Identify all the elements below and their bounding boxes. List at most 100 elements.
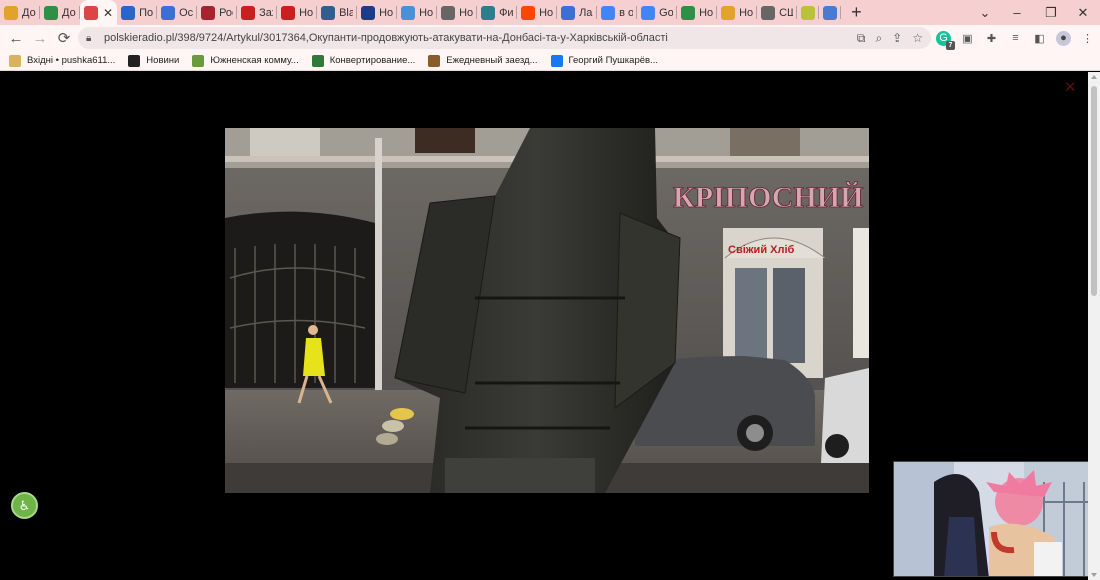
bookmarks-bar: Вхідні • pushka611... Новини Южненская ком… — [0, 51, 1100, 71]
globe-icon — [761, 5, 776, 20]
browser-tab[interactable]: в ос — [597, 0, 638, 25]
browser-tab[interactable]: Нов — [677, 0, 718, 25]
browser-tab[interactable]: Нов — [717, 0, 758, 25]
leaf-icon — [192, 54, 205, 67]
photo-illustration: КРІПОСНИЙ Свіжий Хліб — [225, 128, 869, 493]
browser-tab[interactable]: ✕ — [80, 0, 118, 25]
green-globe-icon — [44, 5, 58, 20]
sun-icon — [801, 5, 816, 20]
google-icon — [601, 5, 616, 20]
news-24-icon — [128, 54, 141, 67]
extension-badge: 7 — [946, 40, 955, 50]
browser-tab[interactable]: Рос — [197, 0, 238, 25]
back-button[interactable]: ← — [4, 26, 28, 50]
article-photo[interactable]: КРІПОСНИЙ Свіжий Хліб — [225, 128, 869, 493]
browser-tab[interactable]: Нов — [437, 0, 478, 25]
maximize-button[interactable]: ❐ — [1034, 0, 1068, 25]
bookmark-star-icon[interactable]: ☆ — [912, 31, 923, 45]
tab-title: Пол — [139, 6, 153, 19]
tab-title: Нов — [699, 6, 714, 19]
scroll-down-arrow-icon[interactable] — [1091, 573, 1097, 577]
reading-list-icon[interactable]: ≡ — [1008, 31, 1023, 46]
browser-tab[interactable]: Лав — [557, 0, 598, 25]
browser-tab[interactable]: Фин — [477, 0, 518, 25]
blackbook-icon — [321, 5, 336, 20]
tab-search-button[interactable]: ⌄ — [968, 0, 1002, 25]
orange-dot-icon — [521, 5, 536, 20]
browser-tab[interactable]: Blac — [317, 0, 358, 25]
translate-icon — [641, 5, 656, 20]
ukraine-flag-icon — [121, 5, 136, 20]
browser-tab[interactable]: Зах — [237, 0, 278, 25]
scroll-up-arrow-icon[interactable] — [1091, 75, 1097, 79]
o-circle-icon — [361, 5, 376, 20]
browser-tab[interactable] — [797, 0, 820, 25]
tab-title: Blac — [339, 6, 354, 19]
tab-title: Лав — [579, 6, 593, 19]
browser-tab[interactable]: Нов — [357, 0, 398, 25]
extension-icon[interactable]: ▣ — [960, 31, 975, 46]
tab-title: Доз — [62, 6, 76, 19]
forward-button[interactable]: → — [28, 26, 52, 50]
url-text[interactable]: polskieradio.pl/398/9724/Artykul/3017364… — [104, 32, 668, 44]
bookmark-label: Вхідні • pushka611... — [27, 55, 116, 66]
address-bar[interactable]: 🔒︎ polskieradio.pl/398/9724/Artykul/3017… — [78, 27, 931, 49]
browser-tab[interactable]: Доз — [0, 0, 40, 25]
scrollbar-thumb[interactable] — [1091, 86, 1097, 296]
close-lightbox-icon[interactable]: ✕ — [1064, 78, 1077, 96]
accessibility-icon: ♿︎ — [18, 497, 31, 513]
close-tab-icon[interactable]: ✕ — [103, 6, 113, 20]
menu-kebab-icon[interactable]: ⋮ — [1080, 31, 1095, 46]
close-window-button[interactable]: ✕ — [1066, 0, 1100, 25]
browser-tab[interactable]: Нов — [277, 0, 318, 25]
translate-icon[interactable]: ⧉ — [857, 31, 866, 46]
extensions-puzzle-icon[interactable]: ✚ — [984, 31, 999, 46]
bookmark-label: Ежедневный заезд... — [446, 55, 538, 66]
side-panel-icon[interactable]: ◧ — [1032, 31, 1047, 46]
zoom-icon[interactable]: ⌕ — [875, 31, 882, 46]
bookmark-item[interactable]: Георгий Пушкарёв... — [550, 54, 658, 67]
browser-tab[interactable]: Нов — [517, 0, 558, 25]
accessibility-widget-button[interactable]: ♿︎ — [11, 492, 38, 519]
tab-title: Нов — [379, 6, 394, 19]
bookmark-item[interactable]: Конвертирование... — [311, 54, 415, 67]
tab-title: Нов — [539, 6, 554, 19]
3f-icon — [241, 5, 256, 20]
page-scrollbar[interactable] — [1088, 72, 1100, 580]
tab-title: Нов — [459, 6, 474, 19]
shop-sign-text: КРІПОСНИЙ — [673, 181, 863, 214]
tab-title: Зах — [259, 6, 273, 19]
profile-icon[interactable]: ● — [1056, 30, 1071, 46]
browser-tab[interactable]: Пол — [117, 0, 158, 25]
bookmark-item[interactable]: Вхідні • pushka611... — [9, 54, 116, 67]
lock-icon[interactable]: 🔒︎ — [86, 33, 100, 44]
picture-in-picture-video[interactable] — [893, 461, 1096, 577]
reload-button[interactable]: ⟳ — [52, 26, 76, 50]
new-tab-button[interactable]: + — [851, 2, 862, 23]
bookmark-item[interactable]: Южненская комму... — [192, 54, 299, 67]
browser-tab[interactable]: Goo — [637, 0, 678, 25]
tab-strip: Доз Доз ✕ Пол Ост Рос Зах Нов Blac Нов Нов Нов Фин Но… — [0, 0, 1100, 25]
tab-title: Нов — [299, 6, 314, 19]
24-icon — [281, 5, 296, 20]
browser-tab[interactable]: США — [757, 0, 798, 25]
game-icon — [428, 54, 441, 67]
grammarly-extension-icon[interactable]: G7 — [936, 30, 955, 50]
browser-tab[interactable]: Ост — [157, 0, 198, 25]
sun-icon — [4, 5, 18, 20]
share-icon[interactable]: ⇪ — [892, 31, 902, 45]
bookmark-label: Георгий Пушкарёв... — [568, 55, 658, 66]
browser-tab[interactable]: Доз — [40, 0, 80, 25]
u-letter-icon — [161, 5, 176, 20]
converter-icon — [311, 54, 324, 67]
tab-title: Рос — [219, 6, 233, 19]
browser-tab[interactable] — [819, 0, 842, 25]
browser-tab[interactable]: Нов — [397, 0, 438, 25]
bookmark-item[interactable]: Ежедневный заезд... — [428, 54, 538, 67]
tab-title: Goo — [659, 6, 674, 19]
browser-toolbar: ← → ⟳ 🔒︎ polskieradio.pl/398/9724/Artyku… — [0, 25, 1100, 51]
tab-title: Ост — [179, 6, 194, 19]
minimize-button[interactable]: – — [1000, 0, 1034, 25]
video-frame-illustration — [894, 462, 1095, 576]
bookmark-item[interactable]: Новини — [128, 54, 179, 67]
